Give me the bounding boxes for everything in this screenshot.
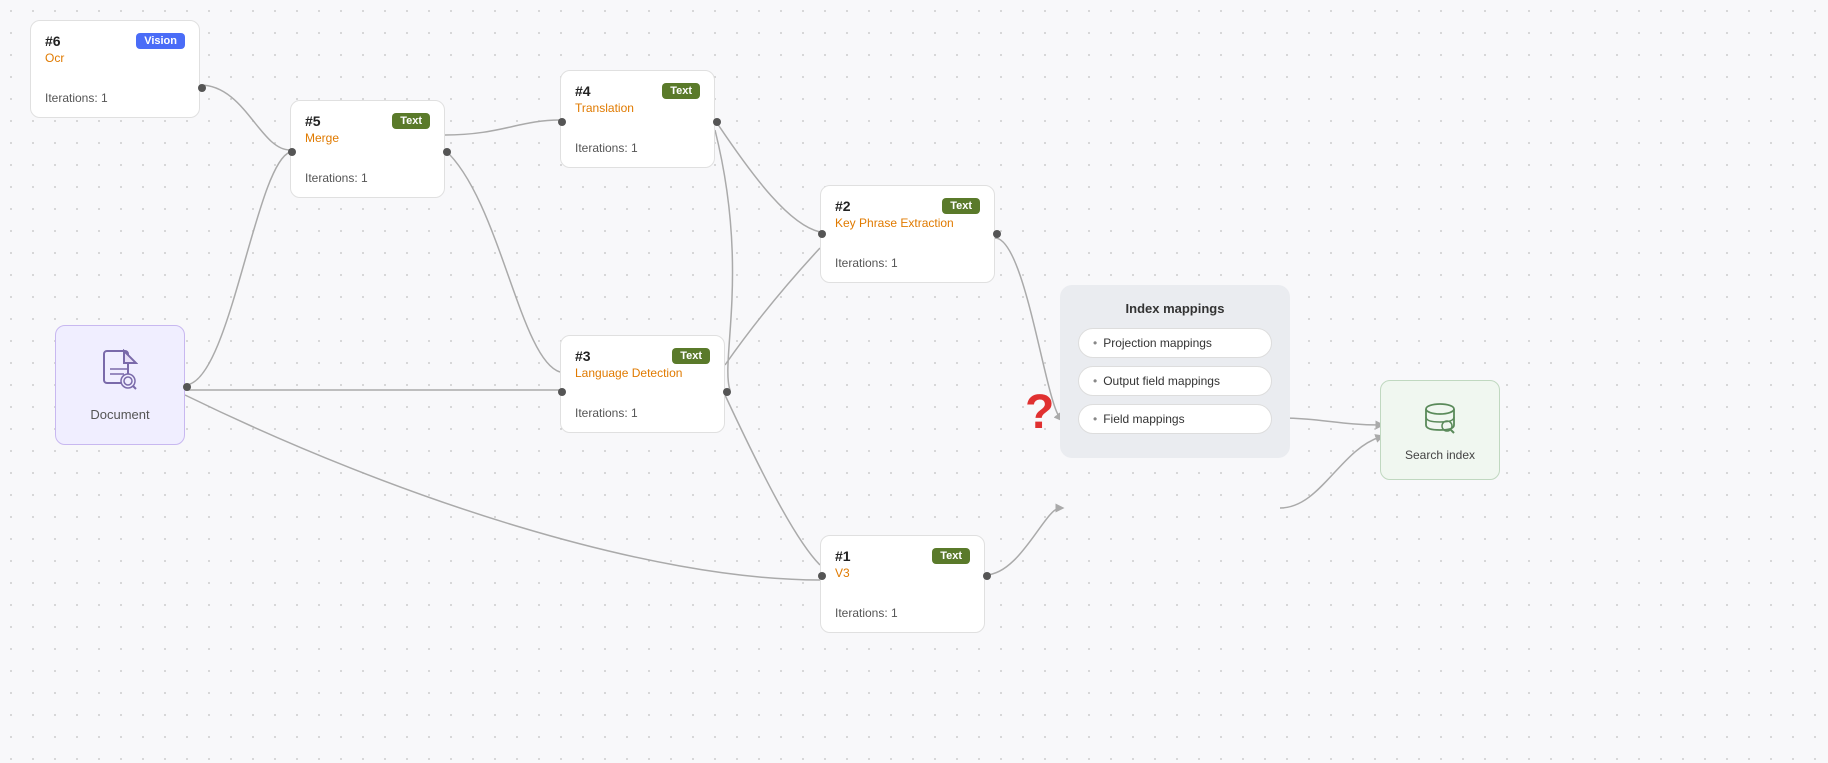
node4-badge: Text: [662, 83, 700, 99]
node4-iter: Iterations: 1: [575, 141, 700, 155]
search-index-node[interactable]: Search index: [1380, 380, 1500, 480]
question-mark: ?: [1025, 385, 1054, 440]
node4-output-dot: [713, 118, 721, 126]
node1-output-dot: [983, 572, 991, 580]
mapping-item-field[interactable]: Field mappings: [1078, 404, 1272, 434]
node6-output-dot: [198, 84, 206, 92]
search-index-icon: [1422, 399, 1458, 442]
node1-input-dot: [818, 572, 826, 580]
node5-output-dot: [443, 148, 451, 156]
node5-input-dot: [288, 148, 296, 156]
node-1[interactable]: #1 Text V3 Iterations: 1: [820, 535, 985, 633]
document-output-dot: [183, 383, 191, 391]
search-index-label: Search index: [1405, 448, 1475, 462]
node-4[interactable]: #4 Text Translation Iterations: 1: [560, 70, 715, 168]
node5-id: #5: [305, 113, 321, 129]
node3-output-dot: [723, 388, 731, 396]
node6-title: Ocr: [45, 51, 185, 65]
node4-input-dot: [558, 118, 566, 126]
node6-id: #6: [45, 33, 61, 49]
node4-title: Translation: [575, 101, 700, 115]
node2-title: Key Phrase Extraction: [835, 216, 980, 230]
node1-id: #1: [835, 548, 851, 564]
node5-badge: Text: [392, 113, 430, 129]
node3-id: #3: [575, 348, 591, 364]
node3-title: Language Detection: [575, 366, 710, 380]
document-label: Document: [90, 407, 149, 422]
node6-badge: Vision: [136, 33, 185, 49]
node1-badge: Text: [932, 548, 970, 564]
node5-iter: Iterations: 1: [305, 171, 430, 185]
document-node[interactable]: Document: [55, 325, 185, 445]
node5-title: Merge: [305, 131, 430, 145]
node1-title: V3: [835, 566, 970, 580]
mapping-item-projection[interactable]: Projection mappings: [1078, 328, 1272, 358]
node3-iter: Iterations: 1: [575, 406, 710, 420]
node3-input-dot: [558, 388, 566, 396]
mapping-item-output[interactable]: Output field mappings: [1078, 366, 1272, 396]
index-mappings-box: Index mappings Projection mappings Outpu…: [1060, 285, 1290, 458]
node-2[interactable]: #2 Text Key Phrase Extraction Iterations…: [820, 185, 995, 283]
document-icon: [102, 349, 138, 399]
node-6[interactable]: #6 Vision Ocr Iterations: 1: [30, 20, 200, 118]
node-5[interactable]: #5 Text Merge Iterations: 1: [290, 100, 445, 198]
node1-iter: Iterations: 1: [835, 606, 970, 620]
node-3[interactable]: #3 Text Language Detection Iterations: 1: [560, 335, 725, 433]
node2-badge: Text: [942, 198, 980, 214]
node2-iter: Iterations: 1: [835, 256, 980, 270]
node2-id: #2: [835, 198, 851, 214]
node2-output-dot: [993, 230, 1001, 238]
node3-badge: Text: [672, 348, 710, 364]
index-mappings-title: Index mappings: [1078, 301, 1272, 316]
node4-id: #4: [575, 83, 591, 99]
node6-iter: Iterations: 1: [45, 91, 185, 105]
node2-input-dot: [818, 230, 826, 238]
